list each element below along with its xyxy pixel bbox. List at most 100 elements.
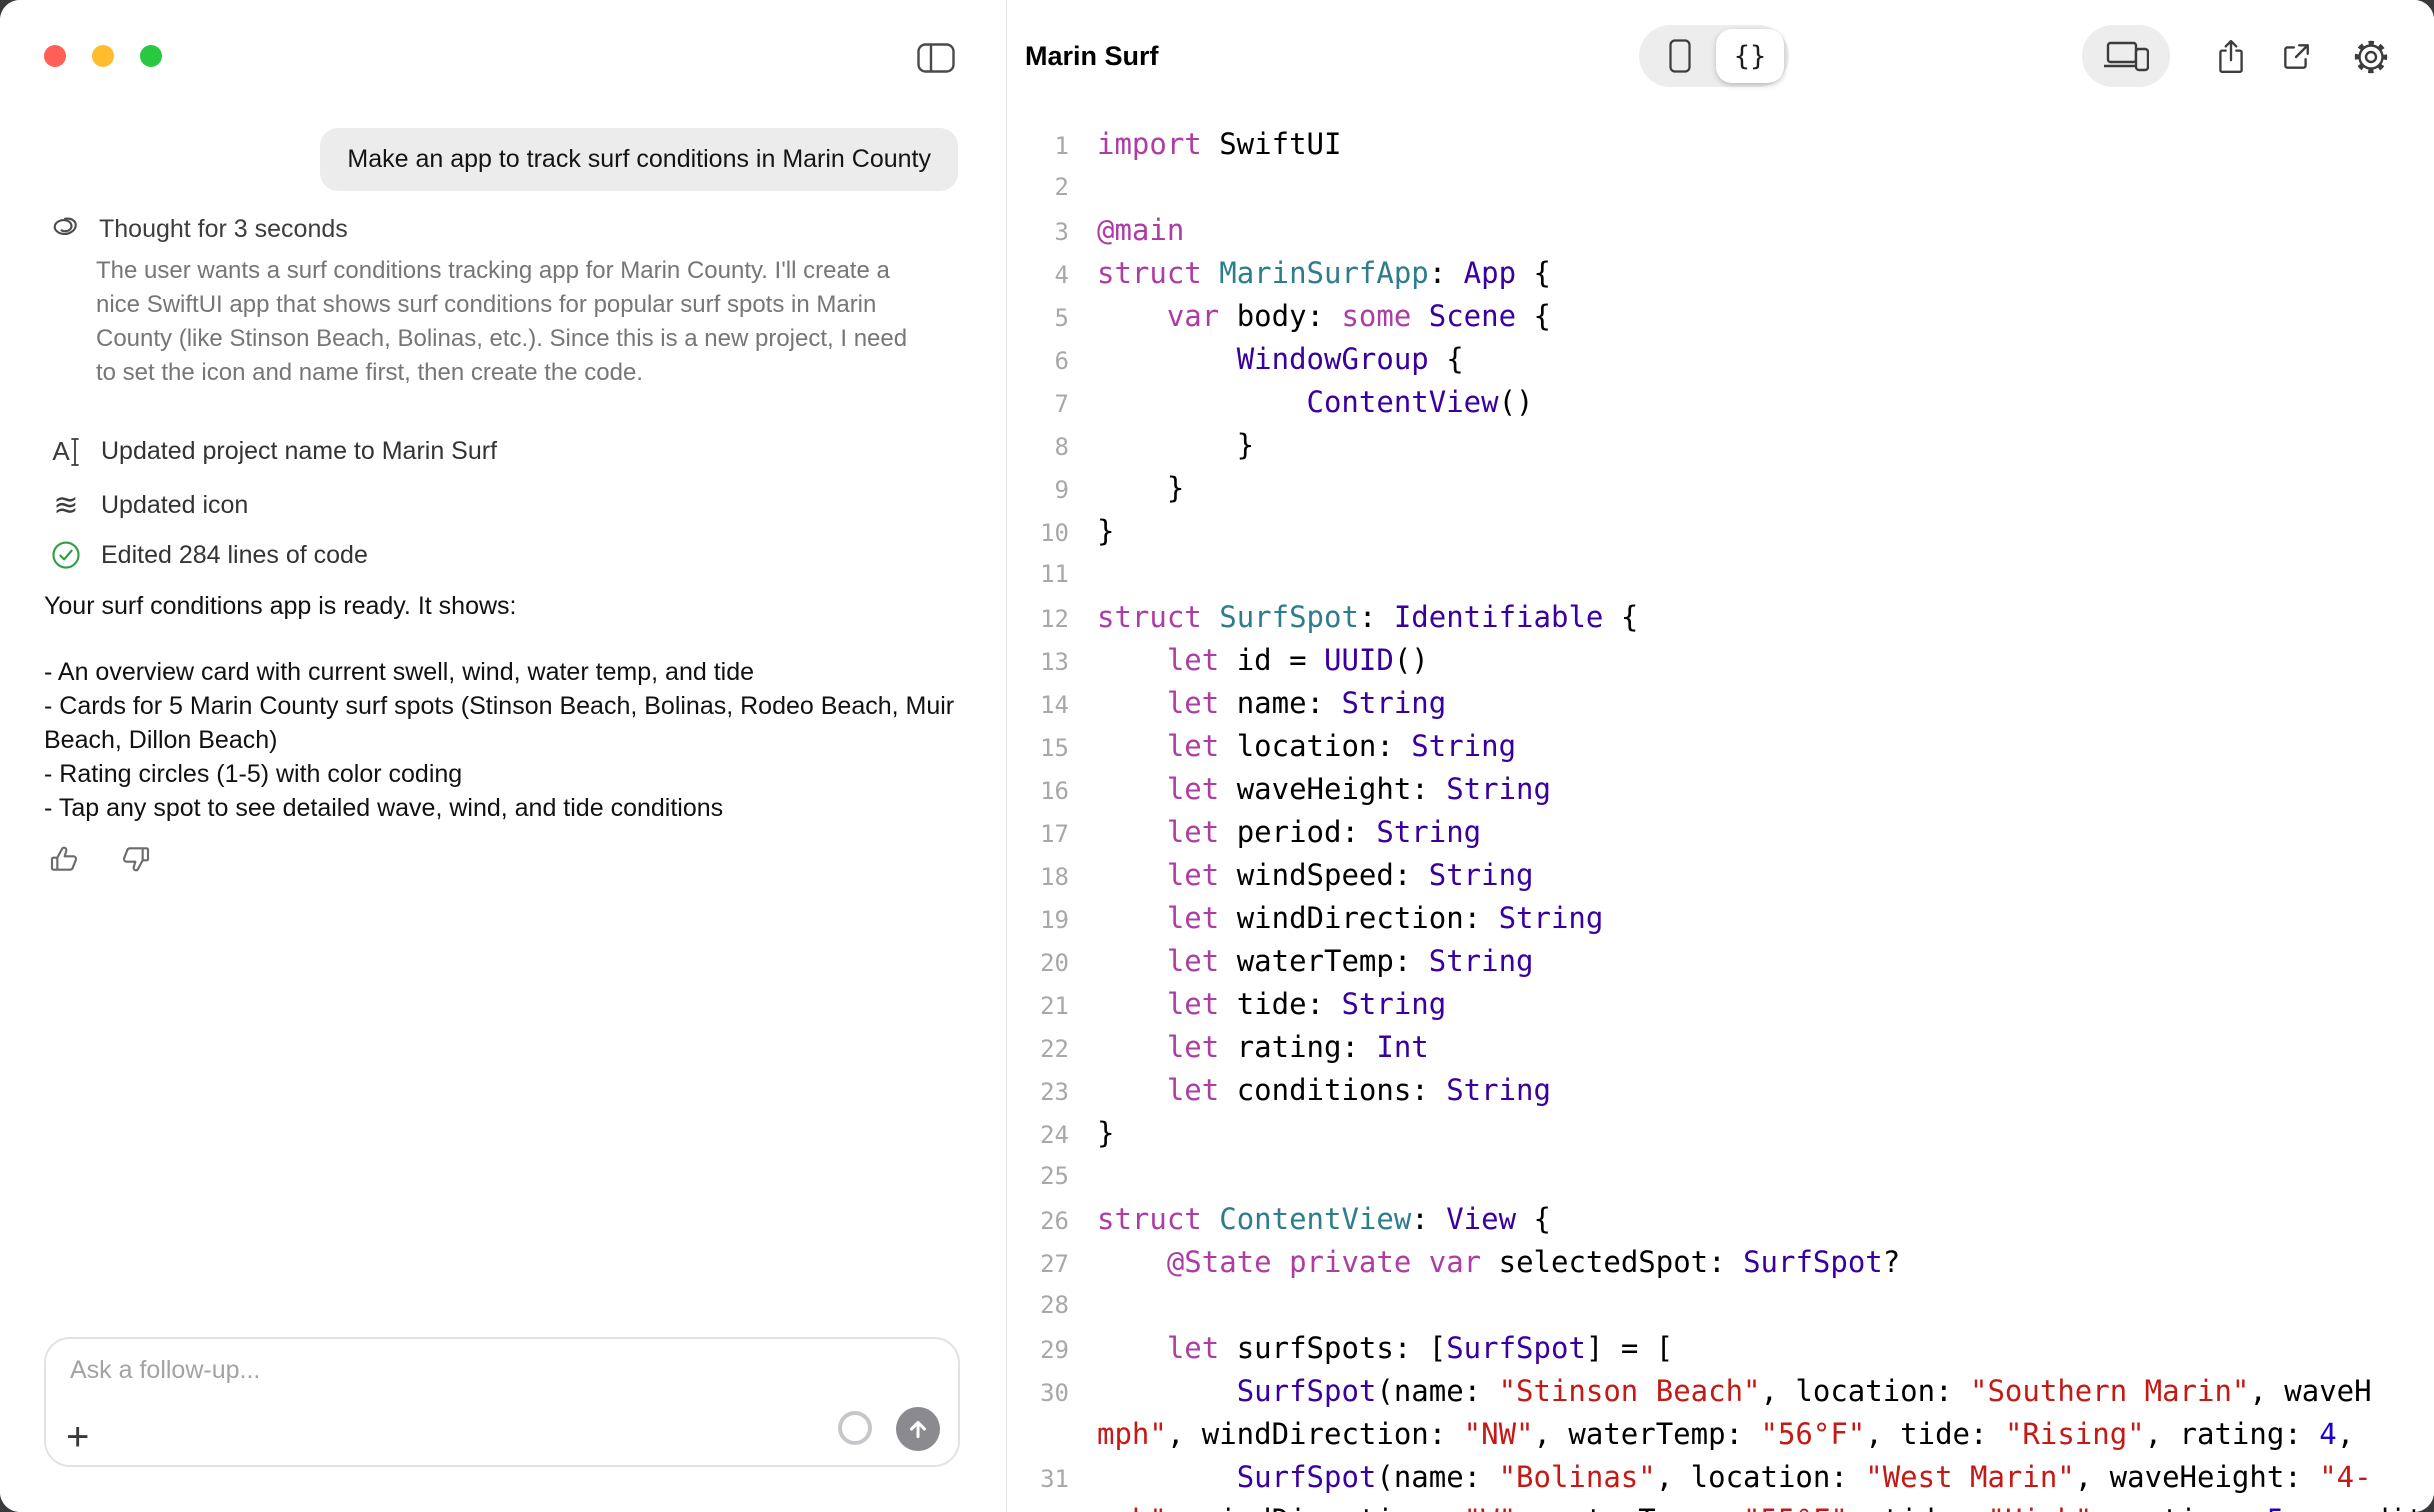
line-number: 2 (1007, 166, 1069, 209)
code-row: 16 let waveHeight: String (1007, 768, 2434, 811)
code-row: mph", windDirection: "W", waterTemp: "55… (1007, 1499, 2434, 1512)
thumbs-up-icon[interactable] (48, 843, 80, 875)
summary-intro: Your surf conditions app is ready. It sh… (44, 592, 516, 621)
open-in-new-window-button[interactable] (2277, 38, 2315, 76)
code-row: 30 SurfSpot(name: "Stinson Beach", locat… (1007, 1370, 2434, 1413)
code-text: @main (1097, 209, 1184, 252)
line-number: 19 (1007, 899, 1069, 942)
thought-header[interactable]: Thought for 3 seconds (48, 212, 348, 246)
share-icon (2216, 39, 2246, 75)
code-lines: 1import SwiftUI23@main4struct MarinSurfA… (1007, 123, 2434, 1512)
code-text: @State private var selectedSpot: SurfSpo… (1097, 1241, 1900, 1284)
app-window: Make an app to track surf conditions in … (0, 0, 2434, 1512)
close-button[interactable] (44, 45, 66, 67)
summary-item: - An overview card with current swell, w… (44, 655, 956, 689)
project-title: Marin Surf (1025, 38, 1159, 74)
code-row: 8 } (1007, 424, 2434, 467)
code-text: let conditions: String (1097, 1069, 1551, 1112)
line-number: 7 (1007, 383, 1069, 426)
gear-icon (2353, 39, 2389, 75)
composer: + (44, 1337, 960, 1467)
code-row: 10} (1007, 510, 2434, 553)
code-text: mph", windDirection: "W", waterTemp: "55… (1097, 1499, 2424, 1512)
attach-plus-button[interactable]: + (66, 1417, 89, 1457)
code-row: 29 let surfSpots: [SurfSpot] = [ (1007, 1327, 2434, 1370)
code-text: mph", windDirection: "NW", waterTemp: "5… (1097, 1413, 2354, 1456)
line-number: 13 (1007, 641, 1069, 684)
line-number: 28 (1007, 1284, 1069, 1327)
code-row: 14 let name: String (1007, 682, 2434, 725)
code-text: } (1097, 510, 1114, 553)
line-number: 16 (1007, 770, 1069, 813)
thought-scribble-icon (48, 212, 82, 246)
line-number: 17 (1007, 813, 1069, 856)
code-text: let period: String (1097, 811, 1481, 854)
thumbs-down-icon[interactable] (120, 843, 152, 875)
send-button[interactable] (896, 1407, 940, 1451)
braces-icon: {} (1734, 41, 1767, 72)
code-row: 26 struct ContentView: View { (1007, 1198, 2434, 1241)
code-text: struct ContentView: View { (1097, 1198, 1551, 1241)
feedback-row (48, 843, 152, 875)
code-text: } (1097, 1112, 1114, 1155)
code-row: mph", windDirection: "NW", waterTemp: "5… (1007, 1413, 2434, 1456)
line-number: 21 (1007, 985, 1069, 1028)
code-text: import SwiftUI (1097, 123, 1341, 166)
check-circle-icon (48, 540, 84, 570)
open-in-new-icon (2280, 41, 2312, 73)
summary-item: - Cards for 5 Marin County surf spots (S… (44, 689, 956, 757)
user-message-bubble: Make an app to track surf conditions in … (320, 128, 958, 191)
minimize-button[interactable] (92, 45, 114, 67)
line-number: 8 (1007, 426, 1069, 469)
code-row: 6 WindowGroup { (1007, 338, 2434, 381)
line-number: 12 (1007, 598, 1069, 641)
line-number: 11 (1007, 553, 1069, 596)
summary-item: - Tap any spot to see detailed wave, win… (44, 791, 956, 825)
line-number: 30 (1007, 1372, 1069, 1415)
code-text: let windDirection: String (1097, 897, 1603, 940)
code-text: struct MarinSurfApp: App { (1097, 252, 1551, 295)
code-text: let waveHeight: String (1097, 768, 1551, 811)
preview-mode-button[interactable] (1649, 25, 1711, 87)
line-number: 18 (1007, 856, 1069, 899)
line-number: 5 (1007, 297, 1069, 340)
code-row: 5 var body: some Scene { (1007, 295, 2434, 338)
code-editor[interactable]: 1import SwiftUI23@main4struct MarinSurfA… (1007, 112, 2434, 1512)
editor-header: Marin Surf {} (1007, 0, 2434, 112)
code-row: 31 SurfSpot(name: "Bolinas", location: "… (1007, 1456, 2434, 1499)
wave-icon: ≋ (48, 488, 84, 523)
zoom-button[interactable] (140, 45, 162, 67)
code-row: 11 (1007, 553, 2434, 596)
code-text: let id = UUID() (1097, 639, 1429, 682)
line-number: 9 (1007, 469, 1069, 512)
line-number: 6 (1007, 340, 1069, 383)
line-number: 27 (1007, 1243, 1069, 1286)
code-row: 27 @State private var selectedSpot: Surf… (1007, 1241, 2434, 1284)
code-row: 2 (1007, 166, 2434, 209)
thought-header-label: Thought for 3 seconds (99, 215, 348, 244)
view-mode-segmented-control: {} (1639, 25, 1789, 87)
code-text: let rating: Int (1097, 1026, 1429, 1069)
code-row: 20 let waterTemp: String (1007, 940, 2434, 983)
code-row: 15 let location: String (1007, 725, 2434, 768)
action-row-edited-code: Edited 284 lines of code (48, 540, 368, 570)
sidebar-icon (917, 43, 955, 73)
code-text: let windSpeed: String (1097, 854, 1534, 897)
follow-up-input[interactable] (68, 1355, 672, 1386)
device-chooser-button[interactable] (2082, 25, 2170, 87)
line-number: 1 (1007, 125, 1069, 168)
line-number: 26 (1007, 1200, 1069, 1243)
share-button[interactable] (2212, 38, 2250, 76)
code-text: let name: String (1097, 682, 1446, 725)
code-text: WindowGroup { (1097, 338, 1464, 381)
code-row: 19 let windDirection: String (1007, 897, 2434, 940)
arrow-up-icon (905, 1416, 931, 1442)
sidebar-toggle-button[interactable] (916, 42, 956, 74)
action-label: Updated icon (101, 491, 248, 520)
code-text: var body: some Scene { (1097, 295, 1551, 338)
code-mode-button[interactable]: {} (1716, 29, 1784, 83)
code-row: 1 import SwiftUI (1007, 123, 2434, 166)
settings-button[interactable] (2352, 38, 2390, 76)
line-number: 20 (1007, 942, 1069, 985)
line-number: 23 (1007, 1071, 1069, 1114)
